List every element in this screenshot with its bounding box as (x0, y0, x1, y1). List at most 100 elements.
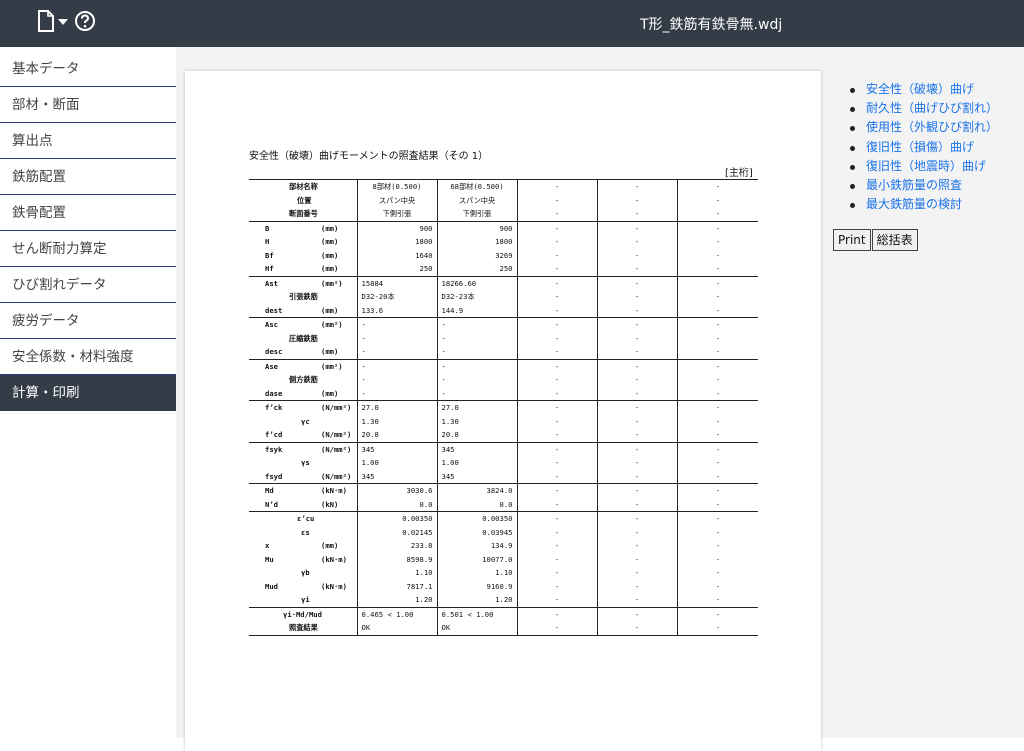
empty-cell: - (596, 345, 677, 359)
empty-cell: - (596, 606, 677, 621)
value-cell: 8部材(0.500) (356, 179, 437, 194)
empty-cell: - (516, 579, 597, 593)
value-cell: 345 (356, 441, 437, 456)
caret-down-icon[interactable] (58, 18, 68, 26)
empty-cell: - (516, 539, 597, 553)
empty-cell: - (676, 386, 758, 401)
row-unit: (mm) (321, 237, 339, 246)
row-symbol: γb (301, 568, 310, 577)
row-label-cell: B (mm) (249, 220, 357, 235)
help-icon[interactable] (74, 10, 96, 32)
row-symbol: N’d (265, 499, 278, 509)
report-links: 安全性（破壊）曲げ 耐久性（曲げひび割れ） 使用性（外観ひび割れ） 復旧性（損傷… (849, 80, 998, 214)
empty-cell: - (516, 593, 597, 607)
table-row: dest (mm) 133.6 144.9- - - (249, 303, 758, 318)
empty-cell: - (596, 621, 677, 636)
sidebar-item-crack-data[interactable]: ひび割れデータ (0, 267, 176, 303)
row-label-cell: γc (249, 415, 357, 429)
sidebar-item-shear-capacity[interactable]: せん断耐力算定 (0, 231, 176, 267)
empty-cell: - (516, 193, 597, 207)
row-label: Mud (kN·m) (253, 580, 353, 594)
empty-cell: - (516, 386, 597, 401)
summary-button[interactable]: 総括表 (871, 229, 918, 251)
sidebar-item-member-section[interactable]: 部材・断面 (0, 87, 176, 123)
row-label-cell: 位置 (249, 194, 357, 208)
sidebar-item-calc-print[interactable]: 計算・印刷 (0, 375, 176, 411)
empty-cell: - (516, 358, 597, 373)
table-row: desc (mm) - - - - - (249, 345, 758, 359)
row-symbol: fsyd (265, 471, 283, 481)
link-safety-bending[interactable]: 安全性（破壊）曲げ (849, 80, 998, 99)
empty-cell: - (516, 428, 597, 442)
row-label: fsyk (N/mm²) (253, 443, 353, 456)
empty-cell: - (596, 386, 677, 401)
sidebar-item-fatigue-data[interactable]: 疲労データ (0, 303, 176, 339)
row-unit: (kN) (321, 499, 339, 509)
print-button[interactable]: Print (833, 229, 871, 251)
link-restorability-damage[interactable]: 復旧性（損傷）曲げ (849, 138, 998, 157)
value-cell: 233.8 (356, 539, 437, 553)
empty-cell: - (516, 345, 597, 359)
table-row: Hf (mm) 250 250- - - (249, 262, 758, 276)
row-unit: (N/mm²) (321, 444, 352, 454)
empty-cell: - (676, 179, 758, 194)
value-cell: 3824.0 (436, 483, 517, 498)
empty-cell: - (516, 207, 597, 221)
empty-cell: - (676, 400, 758, 415)
sidebar-item-calc-points[interactable]: 算出点 (0, 123, 176, 159)
empty-cell: - (676, 497, 758, 512)
value-cell: 1.10 (356, 566, 437, 580)
table-row: dase (mm) - - - - - (249, 386, 758, 401)
empty-cell: - (516, 179, 597, 194)
value-cell: - (356, 358, 437, 373)
sidebar-item-steel-layout[interactable]: 鉄骨配置 (0, 195, 176, 231)
row-label-cell: Asc (mm²) (249, 317, 357, 332)
sidebar-item-safety-factors[interactable]: 安全係数・材料強度 (0, 339, 176, 375)
empty-cell: - (676, 579, 758, 593)
row-symbol: fsyk (265, 444, 283, 454)
empty-cell: - (676, 428, 758, 442)
empty-cell: - (676, 552, 758, 566)
value-cell: - (356, 345, 437, 359)
row-label: fsyd (N/mm²) (253, 470, 353, 484)
value-cell: 1.20 (356, 593, 437, 607)
sidebar-item-rebar-layout[interactable]: 鉄筋配置 (0, 159, 176, 195)
row-unit: (mm) (321, 347, 339, 356)
value-cell: 下側引張 (356, 207, 437, 221)
value-cell: 0.02145 (356, 525, 437, 539)
empty-cell: - (596, 358, 677, 373)
value-cell: 0.501 < 1.00 (436, 606, 517, 621)
empty-cell: - (516, 400, 597, 415)
value-cell: 68部材(0.500) (436, 179, 517, 194)
link-serviceability-crack[interactable]: 使用性（外観ひび割れ） (849, 118, 998, 137)
row-symbol: γc (301, 416, 310, 426)
empty-cell: - (516, 331, 597, 345)
row-unit: (mm²) (321, 320, 343, 329)
row-label-cell: N’d (kN) (249, 498, 357, 512)
value-cell: 10077.0 (436, 552, 517, 566)
row-label-cell: 引張鉄筋 (249, 290, 357, 304)
link-min-rebar[interactable]: 最小鉄筋量の照査 (849, 176, 998, 195)
empty-cell: - (596, 373, 677, 387)
table-row: Bf (mm) 1640 3269- - - (249, 248, 758, 262)
empty-cell: - (676, 441, 758, 456)
value-cell: 下側引張 (436, 207, 517, 221)
value-cell: 144.9 (436, 303, 517, 318)
file-icon[interactable] (37, 10, 55, 32)
value-cell: 18266.60 (436, 275, 517, 290)
report-table: 部材名称 8部材(0.500) 68部材(0.500) - - - 位置 スパン中央 スパン中央… (249, 179, 758, 636)
row-unit: (kN·m) (321, 554, 347, 564)
row-unit: (kN·m) (321, 486, 347, 495)
row-unit: (mm²) (321, 278, 343, 288)
link-max-rebar[interactable]: 最大鉄筋量の検討 (849, 195, 998, 214)
empty-cell: - (516, 525, 597, 539)
sidebar-item-basic-data[interactable]: 基本データ (0, 51, 176, 87)
row-label-cell: 断面番号 (249, 207, 357, 221)
value-cell: 345 (436, 441, 517, 456)
empty-cell: - (596, 579, 677, 593)
row-label-cell: desc (mm) (249, 345, 357, 359)
row-label: H (mm) (253, 235, 353, 249)
value-cell: 0.00350 (436, 511, 517, 526)
link-durability-crack[interactable]: 耐久性（曲げひび割れ） (849, 99, 998, 118)
link-restorability-seismic[interactable]: 復旧性（地震時）曲げ (849, 157, 998, 176)
